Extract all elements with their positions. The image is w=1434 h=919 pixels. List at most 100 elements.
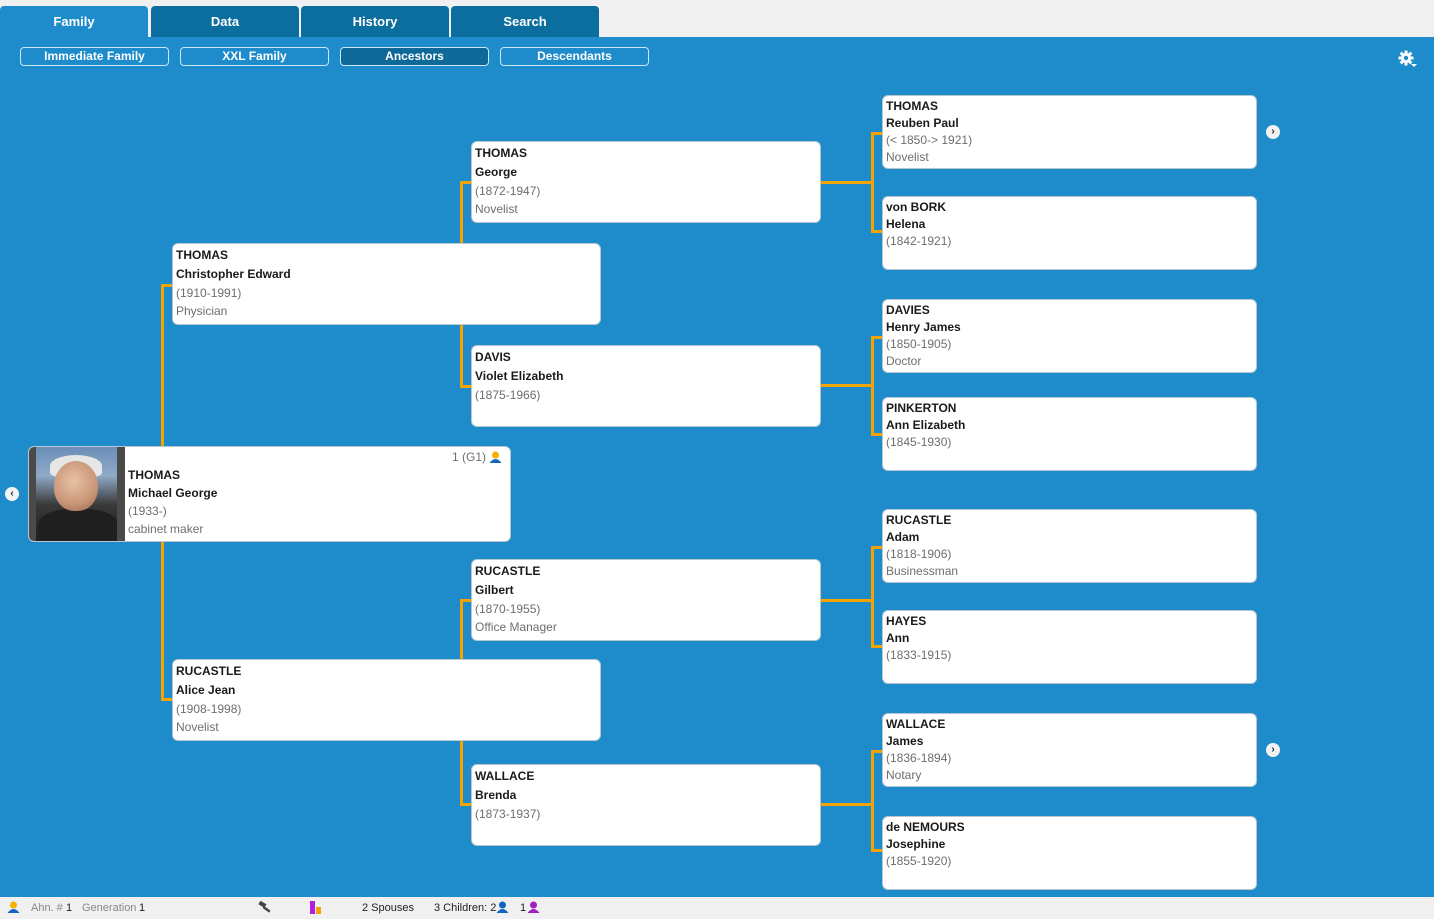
generation-label: Generation xyxy=(82,902,137,914)
immediate-family-button[interactable]: Immediate Family xyxy=(20,47,169,66)
life-dates: (1850-1905) xyxy=(886,337,952,351)
chevron-right-icon[interactable]: › xyxy=(1266,125,1280,139)
occupation: Novelist xyxy=(886,150,929,164)
tab-bar: Family Data History Search xyxy=(0,0,1434,37)
connector xyxy=(820,181,872,184)
given-name: Gilbert xyxy=(475,583,514,597)
descendants-button[interactable]: Descendants xyxy=(500,47,649,66)
occupation: Physician xyxy=(176,304,228,318)
ahnentafel-badge: 1 (G1) xyxy=(452,450,502,464)
status-bar: Ahn. # 1 Generation 1 2 Spouses 3 Childr… xyxy=(0,897,1434,919)
surname: WALLACE xyxy=(886,717,946,731)
person-card-great-grandparent[interactable]: PINKERTON Ann Elizabeth (1845-1930) xyxy=(882,397,1257,471)
life-dates: (1872-1947) xyxy=(475,184,541,198)
person-card-great-grandparent[interactable]: DAVIES Henry James (1850-1905) Doctor xyxy=(882,299,1257,373)
person-card-great-grandparent[interactable]: THOMAS Reuben Paul (< 1850-> 1921) Novel… xyxy=(882,95,1257,169)
given-name: George xyxy=(475,165,518,179)
connector xyxy=(161,542,164,700)
xxl-family-button[interactable]: XXL Family xyxy=(180,47,329,66)
given-name: Josephine xyxy=(886,837,946,851)
male-person-icon xyxy=(496,901,509,916)
person-card-grandparent[interactable]: THOMAS George (1872-1947) Novelist xyxy=(471,141,821,223)
given-name: Adam xyxy=(886,530,920,544)
person-card-great-grandparent[interactable]: von BORK Helena (1842-1921) xyxy=(882,196,1257,270)
root-person-card[interactable]: 1 (G1) THOMAS Michael George (1933-) cab… xyxy=(28,446,511,542)
statistics-icon[interactable] xyxy=(310,901,322,917)
life-dates: (1873-1937) xyxy=(475,807,541,821)
occupation: Office Manager xyxy=(475,620,557,634)
person-card-great-grandparent[interactable]: de NEMOURS Josephine (1855-1920) xyxy=(882,816,1257,890)
given-name: Violet Elizabeth xyxy=(475,369,564,383)
occupation: Doctor xyxy=(886,354,922,368)
given-name: Ann xyxy=(886,631,910,645)
given-name: Christopher Edward xyxy=(176,267,291,281)
person-card-great-grandparent[interactable]: RUCASTLE Adam (1818-1906) Businessman xyxy=(882,509,1257,583)
person-card-grandparent[interactable]: RUCASTLE Gilbert (1870-1955) Office Mana… xyxy=(471,559,821,641)
generation-value: 1 xyxy=(139,902,146,914)
daughters-count: 1 xyxy=(520,902,527,914)
surname: DAVIES xyxy=(886,303,930,317)
surname: WALLACE xyxy=(475,769,535,783)
person-card-grandparent[interactable]: WALLACE Brenda (1873-1937) xyxy=(471,764,821,846)
connector xyxy=(161,284,164,446)
connector xyxy=(871,750,874,852)
surname: RUCASTLE xyxy=(176,664,242,678)
given-name: Helena xyxy=(886,217,926,231)
life-dates: (1833-1915) xyxy=(886,648,952,662)
occupation: Notary xyxy=(886,768,922,782)
connector xyxy=(460,181,463,244)
life-dates: (1870-1955) xyxy=(475,602,541,616)
given-name: Michael George xyxy=(128,486,218,500)
ahnentafel-value: 1 xyxy=(66,902,73,914)
life-dates: (1842-1921) xyxy=(886,234,952,248)
surname: HAYES xyxy=(886,614,927,628)
surname: THOMAS xyxy=(886,99,938,113)
connector xyxy=(820,599,872,602)
person-card-mother[interactable]: RUCASTLE Alice Jean (1908-1998) Novelist xyxy=(172,659,601,741)
occupation: Businessman xyxy=(886,564,959,578)
life-dates: (< 1850-> 1921) xyxy=(886,133,973,147)
chevron-right-icon[interactable]: › xyxy=(1266,743,1280,757)
given-name: Ann Elizabeth xyxy=(886,418,966,432)
tab-data[interactable]: Data xyxy=(151,6,299,37)
person-card-great-grandparent[interactable]: WALLACE James (1836-1894) Notary xyxy=(882,713,1257,787)
surname: RUCASTLE xyxy=(886,513,952,527)
surname: THOMAS xyxy=(176,248,228,262)
life-dates: (1933-) xyxy=(128,504,167,518)
surname: THOMAS xyxy=(475,146,527,160)
connector xyxy=(871,336,874,436)
tab-history[interactable]: History xyxy=(301,6,449,37)
connector xyxy=(871,132,874,233)
life-dates: (1910-1991) xyxy=(176,286,242,300)
connector xyxy=(460,599,463,660)
connector xyxy=(871,546,874,648)
given-name: James xyxy=(886,734,924,748)
chevron-left-icon[interactable]: ‹ xyxy=(5,487,19,501)
gear-icon[interactable] xyxy=(1397,49,1419,69)
ancestors-button[interactable]: Ancestors xyxy=(340,47,489,66)
surname: PINKERTON xyxy=(886,401,957,415)
surname: von BORK xyxy=(886,200,946,214)
tab-search[interactable]: Search xyxy=(451,6,599,37)
life-dates: (1836-1894) xyxy=(886,751,952,765)
person-card-great-grandparent[interactable]: HAYES Ann (1833-1915) xyxy=(882,610,1257,684)
children-count[interactable]: 3 Children: 2 xyxy=(434,902,496,914)
surname: RUCASTLE xyxy=(475,564,541,578)
life-dates: (1818-1906) xyxy=(886,547,952,561)
person-card-father[interactable]: THOMAS Christopher Edward (1910-1991) Ph… xyxy=(172,243,601,325)
person-photo xyxy=(29,447,125,541)
given-name: Reuben Paul xyxy=(886,116,959,130)
connector xyxy=(460,324,463,388)
person-card-grandparent[interactable]: DAVIS Violet Elizabeth (1875-1966) xyxy=(471,345,821,427)
occupation: Novelist xyxy=(475,202,518,216)
connector xyxy=(460,740,463,805)
tab-family[interactable]: Family xyxy=(0,6,148,37)
female-person-icon xyxy=(527,901,540,916)
spouses-count[interactable]: 2 Spouses xyxy=(362,902,414,914)
surname: THOMAS xyxy=(128,468,180,482)
hammer-icon[interactable] xyxy=(258,900,272,916)
occupation: Novelist xyxy=(176,720,219,734)
person-icon xyxy=(7,901,20,916)
life-dates: (1845-1930) xyxy=(886,435,952,449)
given-name: Alice Jean xyxy=(176,683,236,697)
